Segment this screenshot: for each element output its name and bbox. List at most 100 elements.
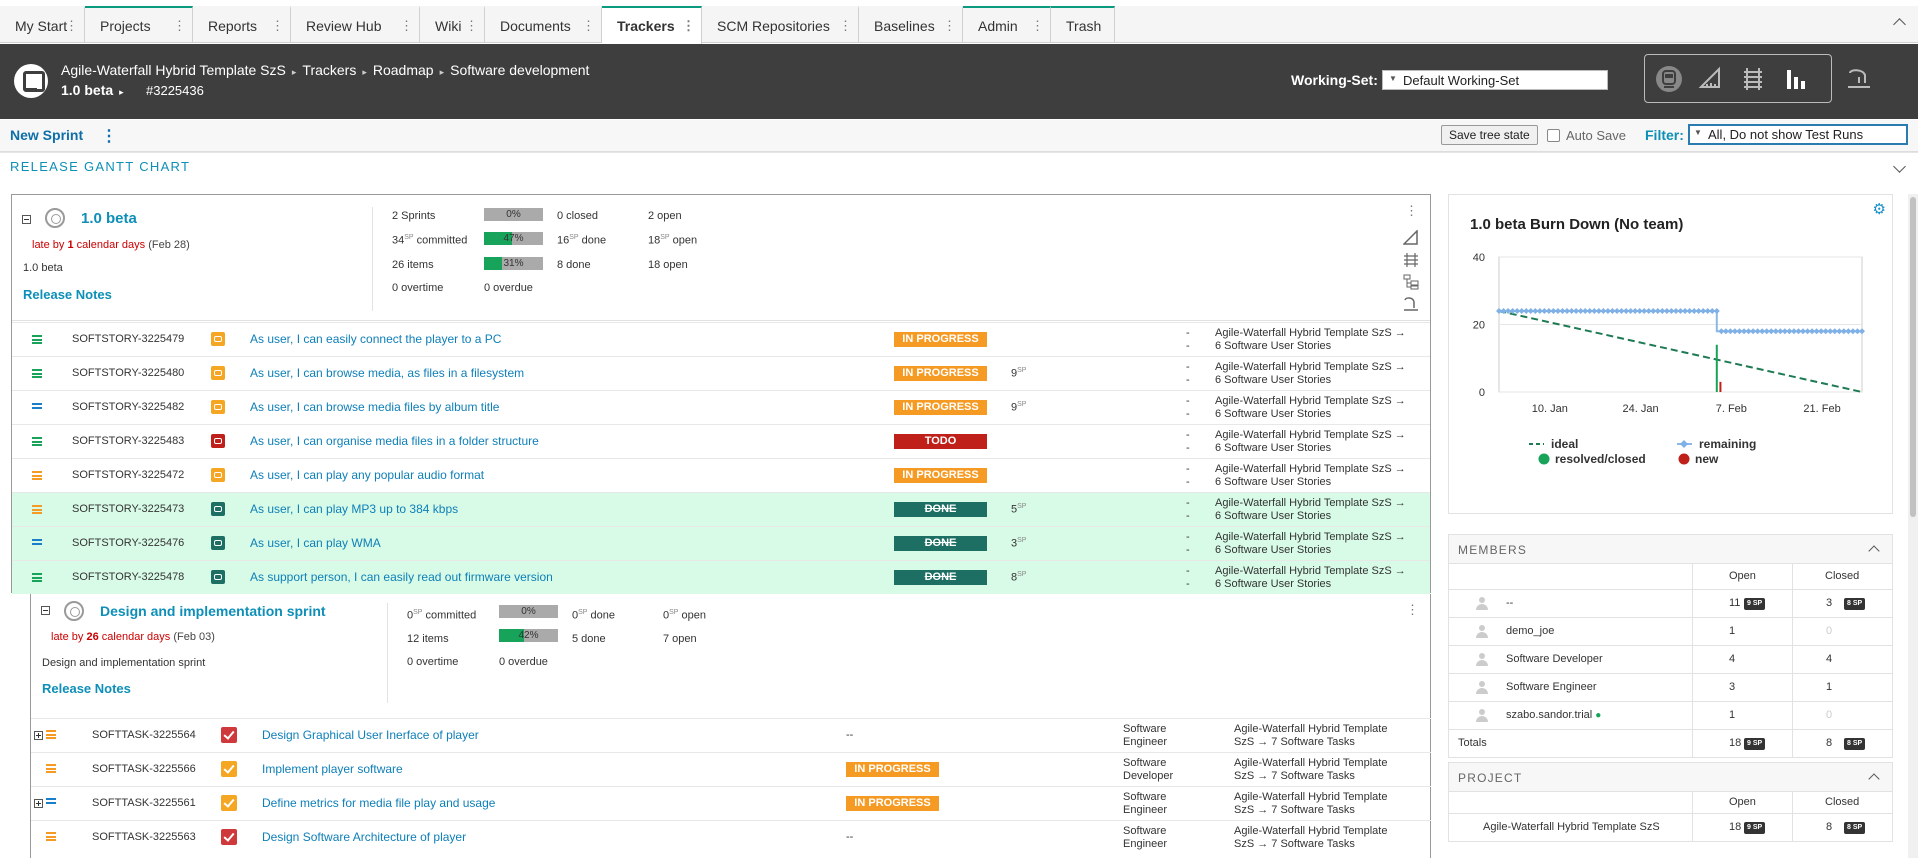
- collapse-icon[interactable]: [22, 215, 31, 224]
- table-row[interactable]: SOFTTASK-3225564 Design Graphical User In…: [31, 718, 1431, 752]
- item-title[interactable]: As user, I can browse media, as files in…: [250, 366, 524, 380]
- item-tracker[interactable]: Agile-Waterfall Hybrid Template SzS → 6 S…: [1215, 463, 1406, 489]
- train-icon[interactable]: [1655, 65, 1683, 93]
- item-id[interactable]: SOFTSTORY-3225480: [72, 367, 184, 379]
- save-tree-state-button[interactable]: Save tree state: [1441, 125, 1538, 145]
- member-closed[interactable]: 0: [1826, 709, 1832, 721]
- table-row[interactable]: SOFTSTORY-3225483 As user, I can organise…: [12, 424, 1430, 458]
- station-icon[interactable]: [1403, 296, 1419, 312]
- member-closed[interactable]: 3: [1826, 597, 1832, 609]
- tab-trackers[interactable]: Trackers ⋮: [602, 6, 702, 44]
- member-open[interactable]: 1: [1729, 625, 1735, 637]
- task-id[interactable]: SOFTTASK-3225564: [92, 729, 196, 741]
- filter-select[interactable]: All, Do not show Test Runs: [1688, 124, 1908, 145]
- item-tracker[interactable]: Agile-Waterfall Hybrid Template SzS → 6 S…: [1215, 565, 1406, 591]
- tab-wiki[interactable]: Wiki ⋮: [420, 6, 485, 43]
- member-open[interactable]: 1: [1729, 709, 1735, 721]
- member-name[interactable]: --: [1506, 597, 1513, 609]
- task-title[interactable]: Design Graphical User Inerface of player: [262, 728, 479, 742]
- member-name[interactable]: szabo.sandor.trial ●: [1506, 709, 1601, 721]
- item-tracker[interactable]: Agile-Waterfall Hybrid Template SzS → 6 S…: [1215, 531, 1406, 557]
- task-assignee[interactable]: Software Engineer: [1123, 791, 1167, 817]
- breadcrumb-roadmap[interactable]: Roadmap: [373, 62, 434, 78]
- tab-menu-icon[interactable]: ⋮: [400, 18, 413, 34]
- tab-menu-icon[interactable]: ⋮: [1031, 18, 1044, 34]
- tab-menu-icon[interactable]: ⋮: [582, 18, 595, 34]
- station-icon[interactable]: [1845, 65, 1873, 93]
- tab-documents[interactable]: Documents ⋮: [485, 6, 602, 43]
- item-title[interactable]: As user, I can play WMA: [250, 536, 381, 550]
- collapse-tabs-icon[interactable]: [1893, 18, 1906, 31]
- table-row[interactable]: SOFTSTORY-3225480 As user, I can browse m…: [12, 356, 1430, 390]
- chevron-down-icon[interactable]: [1893, 160, 1906, 173]
- tab-scm-repositories[interactable]: SCM Repositories ⋮: [702, 6, 859, 43]
- tab-baselines[interactable]: Baselines ⋮: [859, 6, 963, 43]
- breadcrumb-project[interactable]: Agile-Waterfall Hybrid Template SzS: [61, 62, 286, 78]
- table-row[interactable]: SOFTTASK-3225566 Implement player softwar…: [31, 752, 1431, 786]
- item-tracker[interactable]: Agile-Waterfall Hybrid Template SzS → 6 S…: [1215, 395, 1406, 421]
- scrollbar-thumb[interactable]: [1910, 197, 1916, 517]
- member-closed[interactable]: 1: [1826, 681, 1832, 693]
- item-tracker[interactable]: Agile-Waterfall Hybrid Template SzS → 6 S…: [1215, 327, 1406, 353]
- table-row[interactable]: SOFTSTORY-3225479 As user, I can easily c…: [12, 322, 1430, 356]
- expand-icon[interactable]: [34, 799, 43, 808]
- tab-menu-icon[interactable]: ⋮: [943, 18, 956, 34]
- project-name[interactable]: Agile-Waterfall Hybrid Template SzS: [1483, 821, 1660, 833]
- ruler-icon[interactable]: [1403, 230, 1419, 246]
- table-row[interactable]: SOFTSTORY-3225476 As user, I can play WMA…: [12, 526, 1430, 560]
- member-open[interactable]: 4: [1729, 653, 1735, 665]
- table-row[interactable]: SOFTTASK-3225561 Define metrics for media…: [31, 786, 1431, 820]
- tracks-icon[interactable]: [1739, 65, 1767, 93]
- item-title[interactable]: As user, I can play MP3 up to 384 kbps: [250, 502, 458, 516]
- task-id[interactable]: SOFTTASK-3225566: [92, 763, 196, 775]
- task-assignee[interactable]: Software Engineer: [1123, 723, 1167, 749]
- auto-save-checkbox[interactable]: [1547, 129, 1560, 142]
- task-assignee[interactable]: Software Developer: [1123, 757, 1173, 783]
- ruler-icon[interactable]: [1697, 65, 1725, 93]
- scrollbar[interactable]: [1908, 194, 1918, 858]
- item-id[interactable]: SOFTSTORY-3225483: [72, 435, 184, 447]
- item-id[interactable]: SOFTSTORY-3225473: [72, 503, 184, 515]
- task-assignee[interactable]: Software Engineer: [1123, 825, 1167, 851]
- tab-menu-icon[interactable]: ⋮: [839, 18, 852, 34]
- release-title[interactable]: 1.0 beta: [81, 210, 137, 227]
- members-header[interactable]: MEMBERS: [1448, 534, 1893, 564]
- member-name[interactable]: Software Developer: [1506, 653, 1603, 665]
- gear-icon[interactable]: ⚙: [1873, 200, 1886, 218]
- auto-save-toggle[interactable]: Auto Save: [1547, 128, 1626, 143]
- tab-admin[interactable]: Admin ⋮: [963, 6, 1051, 43]
- task-tracker[interactable]: Agile-Waterfall Hybrid Template SzS → 7 S…: [1234, 723, 1387, 749]
- item-id[interactable]: SOFTSTORY-3225479: [72, 333, 184, 345]
- table-row[interactable]: SOFTSTORY-3225473 As user, I can play MP3…: [12, 492, 1430, 526]
- section-title[interactable]: RELEASE GANTT CHART: [10, 159, 190, 174]
- item-title[interactable]: As user, I can play any popular audio fo…: [250, 468, 484, 482]
- release-notes-link[interactable]: Release Notes: [23, 287, 112, 302]
- chevron-up-icon[interactable]: [1868, 773, 1880, 785]
- tab-menu-icon[interactable]: ⋮: [682, 18, 695, 34]
- item-title[interactable]: As support person, I can easily read out…: [250, 570, 553, 584]
- tab-reports[interactable]: Reports ⋮: [193, 6, 291, 43]
- hierarchy-icon[interactable]: [1403, 274, 1419, 290]
- item-title[interactable]: As user, I can organise media files in a…: [250, 434, 539, 448]
- task-title[interactable]: Define metrics for media file play and u…: [262, 796, 495, 810]
- breadcrumb-tracker[interactable]: Software development: [450, 62, 589, 78]
- expand-icon[interactable]: [34, 731, 43, 740]
- working-set-select[interactable]: Default Working-Set: [1382, 70, 1608, 90]
- table-row[interactable]: SOFTTASK-3225563 Design Software Architec…: [31, 820, 1431, 854]
- task-title[interactable]: Implement player software: [262, 762, 403, 776]
- tab-my-start[interactable]: My Start ⋮: [0, 6, 85, 43]
- breadcrumb-trackers[interactable]: Trackers: [302, 62, 356, 78]
- table-row[interactable]: SOFTSTORY-3225482 As user, I can browse m…: [12, 390, 1430, 424]
- item-title[interactable]: As user, I can browse media files by alb…: [250, 400, 499, 414]
- tab-trash[interactable]: Trash: [1051, 6, 1115, 43]
- member-name[interactable]: demo_joe: [1506, 625, 1554, 637]
- tab-projects[interactable]: Projects ⋮: [85, 6, 193, 43]
- item-tracker[interactable]: Agile-Waterfall Hybrid Template SzS → 6 S…: [1215, 497, 1406, 523]
- table-row[interactable]: SOFTSTORY-3225478 As support person, I ca…: [12, 560, 1430, 594]
- collapse-icon[interactable]: [41, 606, 50, 615]
- item-id[interactable]: SOFTSTORY-3225472: [72, 469, 184, 481]
- release-notes-link[interactable]: Release Notes: [42, 681, 131, 696]
- member-closed[interactable]: 0: [1826, 625, 1832, 637]
- item-title[interactable]: As user, I can easily connect the player…: [250, 332, 501, 346]
- member-closed[interactable]: 4: [1826, 653, 1832, 665]
